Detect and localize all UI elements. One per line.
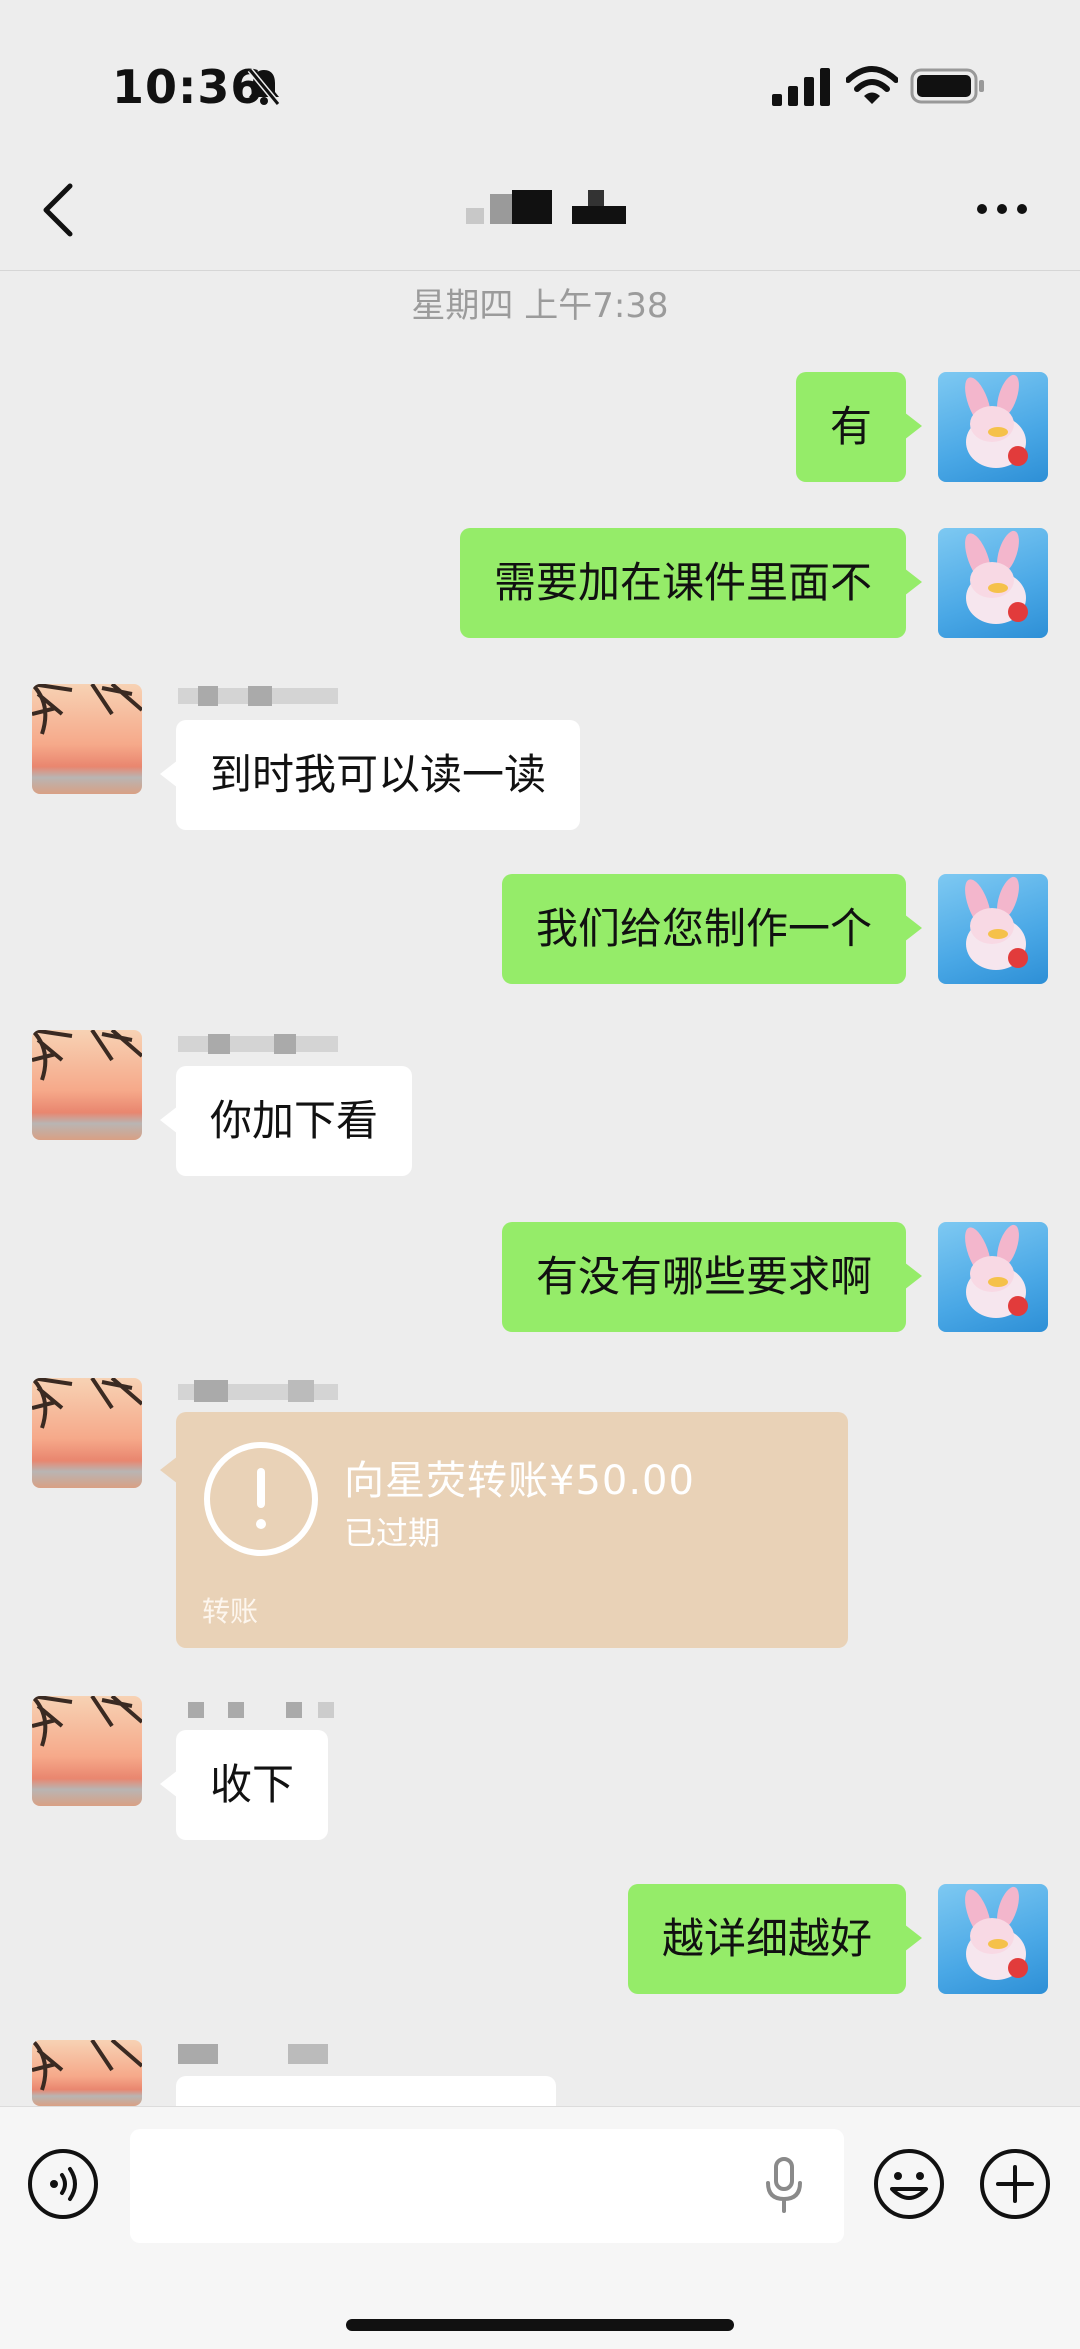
voice-icon[interactable] — [26, 2147, 100, 2221]
sunset-avatar-icon — [32, 2040, 142, 2091]
message-bubble-sent[interactable]: 有 — [795, 372, 923, 482]
plus-icon[interactable] — [978, 2147, 1052, 2221]
avatar[interactable] — [938, 874, 1048, 984]
status-time: 10:36 — [112, 60, 264, 114]
message-bubble-sent[interactable]: 有没有哪些要求啊 — [501, 1222, 923, 1332]
avatar[interactable] — [938, 372, 1048, 482]
sunset-avatar-icon — [32, 684, 142, 735]
bell-muted-icon — [247, 68, 281, 106]
wifi-icon — [846, 66, 898, 104]
mic-icon[interactable] — [764, 2157, 804, 2213]
input-bar — [0, 2106, 1080, 2349]
avatar[interactable] — [938, 1222, 1048, 1332]
message-bubble-received[interactable]: 你加下看 — [159, 1066, 413, 1176]
sender-name-redacted — [178, 1380, 338, 1402]
message-bubble-sent[interactable]: 需要加在课件里面不 — [459, 528, 923, 638]
transfer-card[interactable]: 向星荧转账¥50.00 已过期 转账 — [160, 1412, 848, 1648]
duck-avatar-icon — [965, 530, 1028, 624]
message-bubble-received-partial[interactable] — [160, 2076, 556, 2144]
message-bubble-received[interactable]: 收下 — [159, 1730, 329, 1840]
avatar[interactable] — [938, 1884, 1048, 1994]
sender-name-redacted — [188, 1702, 334, 1718]
avatar[interactable] — [938, 528, 1048, 638]
chat-title-redacted — [466, 190, 626, 224]
duck-avatar-icon — [965, 1886, 1028, 1980]
sunset-avatar-icon — [32, 1696, 142, 1747]
avatar[interactable] — [32, 1030, 142, 1140]
message-bubble-sent[interactable]: 我们给您制作一个 — [501, 874, 923, 984]
transfer-status: 已过期 — [344, 1514, 441, 1552]
alert-icon — [204, 1442, 318, 1556]
avatar[interactable] — [32, 2040, 142, 2106]
avatar[interactable] — [32, 684, 142, 794]
chat-timestamp: 星期四 上午7:38 — [411, 286, 669, 326]
more-icon[interactable] — [976, 202, 1028, 216]
duck-avatar-icon — [965, 1224, 1028, 1318]
sunset-avatar-icon — [32, 1378, 142, 1429]
sender-name-redacted — [178, 1034, 338, 1054]
transfer-label: 转账 — [202, 1595, 259, 1628]
home-indicator — [346, 2319, 734, 2331]
message-input[interactable] — [130, 2129, 844, 2243]
sender-name-redacted — [178, 2044, 328, 2064]
transfer-title: 向星荧转账¥50.00 — [344, 1458, 695, 1504]
message-bubble-sent[interactable]: 越详细越好 — [627, 1884, 923, 1994]
sunset-avatar-icon — [32, 1030, 142, 1081]
duck-avatar-icon — [965, 876, 1028, 970]
avatar[interactable] — [32, 1696, 142, 1806]
nav-bar — [0, 150, 1080, 271]
duck-avatar-icon — [965, 374, 1028, 468]
battery-icon — [910, 68, 984, 104]
emoji-icon[interactable] — [872, 2147, 946, 2221]
sender-name-redacted — [178, 686, 338, 706]
back-icon[interactable] — [38, 182, 78, 238]
message-bubble-received[interactable]: 到时我可以读一读 — [159, 720, 581, 830]
signal-icon — [772, 68, 830, 106]
status-bar: 10:36 — [0, 0, 1080, 150]
avatar[interactable] — [32, 1378, 142, 1488]
